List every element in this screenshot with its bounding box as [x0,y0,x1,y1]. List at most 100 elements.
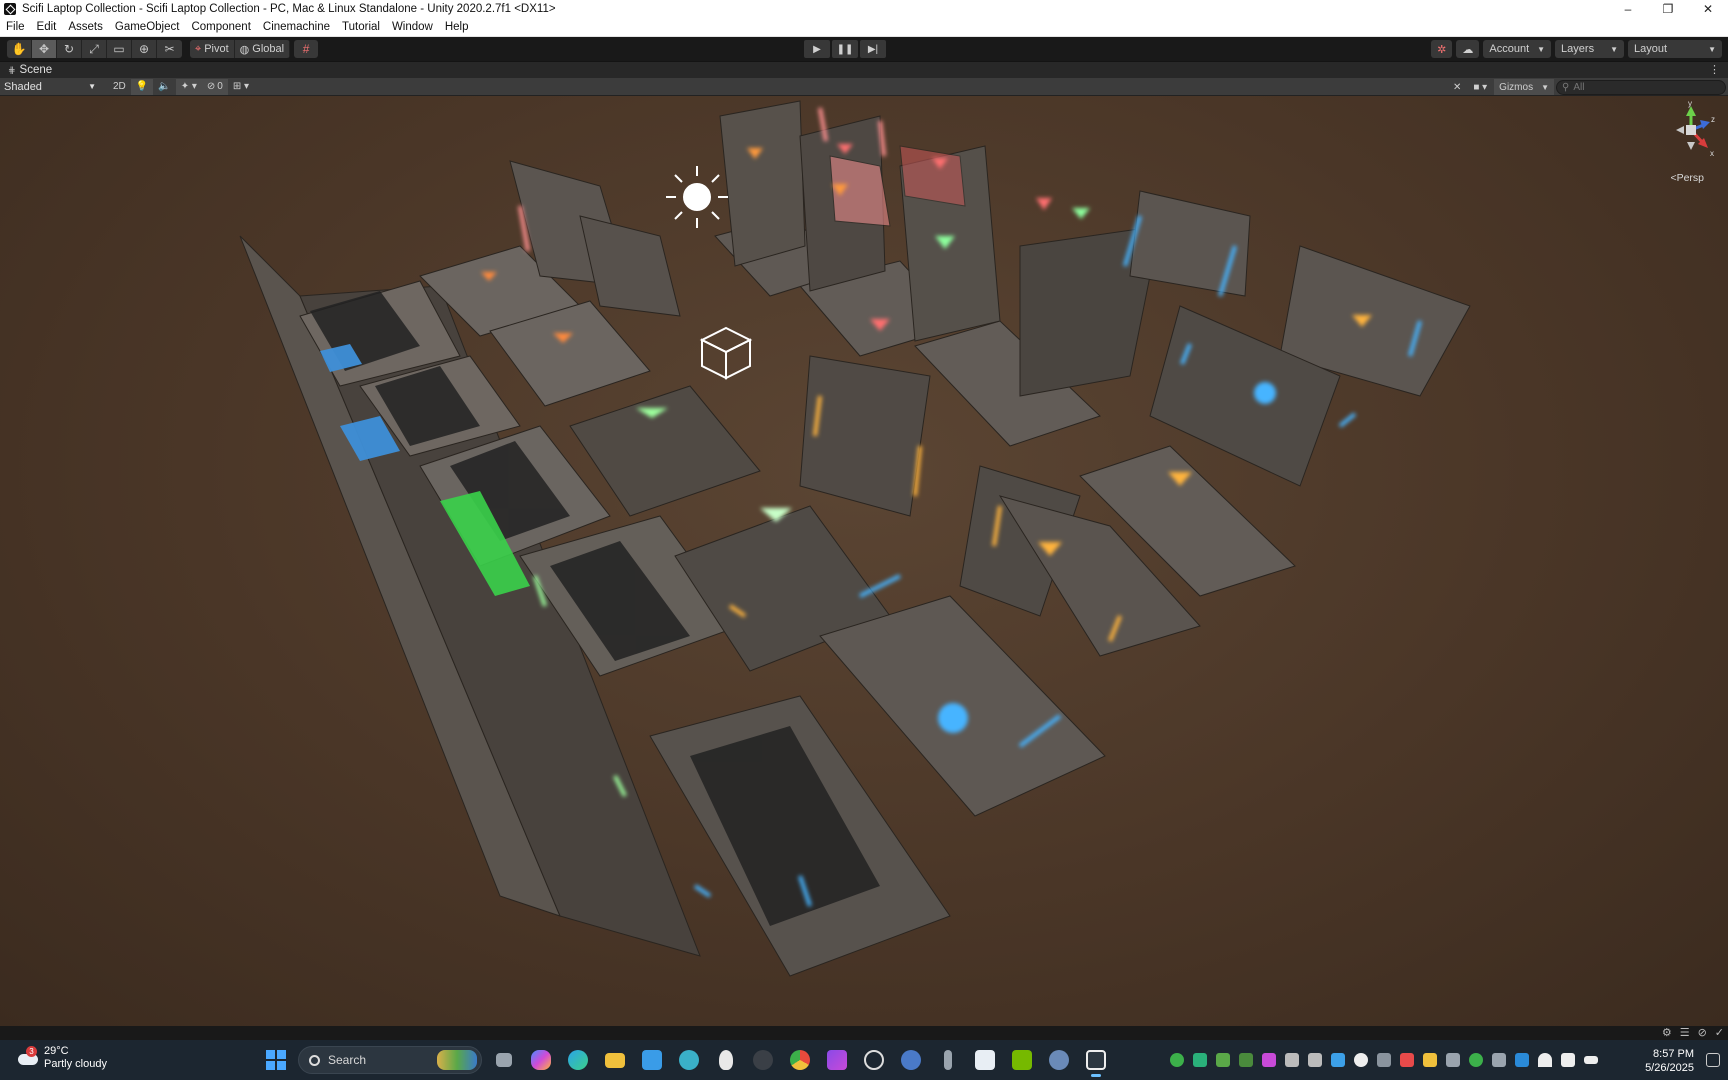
projection-toggle[interactable]: <Persp [1670,172,1704,184]
notification-icon[interactable] [1706,1053,1720,1067]
audio-toggle-icon[interactable]: 🔈 [153,79,175,95]
menu-window[interactable]: Window [386,21,439,33]
close-button[interactable]: ✕ [1688,0,1728,18]
notes-icon[interactable] [971,1046,999,1074]
progress-icon[interactable]: ⚙ [1662,1026,1672,1039]
defender-icon[interactable] [1515,1053,1529,1067]
vs-icon[interactable] [1285,1053,1299,1067]
gizmos-dropdown[interactable]: Gizmos ▼ [1494,79,1554,95]
scene-viewport[interactable]: y z x <Persp [0,96,1728,1026]
play-icon[interactable]: ▶ [804,40,830,58]
design-icon[interactable] [1239,1053,1253,1067]
xbox-icon[interactable] [1170,1053,1184,1067]
hand-tool-icon[interactable]: ✋ [7,40,32,58]
title-bar: Scifi Laptop Collection - Scifi Laptop C… [0,0,1728,18]
dark-app-icon[interactable] [749,1046,777,1074]
menu-file[interactable]: File [0,21,31,33]
tab-scene[interactable]: ⋕ Scene [0,64,52,76]
nvidia-icon[interactable] [1008,1046,1036,1074]
menu-assets[interactable]: Assets [62,21,109,33]
scene-render [239,100,1471,977]
chevron-down-icon: ▼ [1541,82,1549,92]
bluetooth-icon[interactable] [1400,1053,1414,1067]
location-icon[interactable] [1469,1053,1483,1067]
store-icon[interactable] [638,1046,666,1074]
camera-icon[interactable]: ■ ▾ [1468,79,1492,95]
language-icon[interactable] [1446,1053,1460,1067]
edge-icon[interactable] [564,1046,592,1074]
rotate-tool-icon[interactable]: ↻ [57,40,82,58]
menu-help[interactable]: Help [439,21,475,33]
debug-icon[interactable]: ⊘ [1698,1026,1707,1039]
layout-dropdown[interactable]: Layout ▼ [1628,40,1722,58]
check-icon[interactable]: ✓ [1715,1026,1724,1039]
cloud-sync-icon[interactable] [1377,1053,1391,1067]
status-icons: ⚙ ☰ ⊘ ✓ [1662,1026,1724,1039]
account-dropdown[interactable]: Account ▼ [1483,40,1552,58]
github-icon[interactable] [860,1046,888,1074]
grid-snap-icon[interactable]: # [294,40,319,58]
rect-tool-icon[interactable]: ▭ [107,40,132,58]
share-icon[interactable] [1262,1053,1276,1067]
network-globe-icon[interactable] [897,1046,925,1074]
toggle-2d-button[interactable]: 2D [108,79,131,95]
global-toggle[interactable]: ◍ Global [234,40,291,58]
menu-edit[interactable]: Edit [31,21,63,33]
media-app-icon[interactable] [823,1046,851,1074]
maximize-button[interactable]: ❐ [1648,0,1688,18]
scale-tool-icon[interactable]: ⤢ [82,40,107,58]
shield-icon[interactable] [1308,1053,1322,1067]
more-options-icon[interactable]: ⋮ [1709,63,1720,76]
menu-component[interactable]: Component [185,21,256,33]
cache-icon[interactable]: ☰ [1680,1026,1690,1039]
unity-app-icon[interactable] [1082,1046,1110,1077]
search-highlight-image [437,1050,477,1070]
hidden-objects-toggle[interactable]: ⊘ 0 [201,78,228,95]
copilot-icon[interactable] [527,1046,555,1074]
system-clock[interactable]: 8:57 PM 5/26/2025 [1645,1047,1694,1075]
lighting-toggle-icon[interactable]: 💡 [130,78,154,95]
scene-search-field[interactable]: ⚲ [1556,79,1726,95]
taskbar-search-label: Search [328,1053,367,1067]
weather-widget[interactable]: 3 29°C Partly cloudy [16,1045,107,1071]
cloud-icon[interactable]: ☁ [1456,40,1480,58]
axis-z-label: z [1711,115,1715,124]
browser-globe-icon[interactable] [675,1046,703,1074]
battery-icon[interactable] [1584,1056,1598,1064]
sync-icon[interactable] [1216,1053,1230,1067]
move-tool-icon[interactable]: ✥ [32,40,57,58]
taskbar-search[interactable]: Search [298,1046,482,1074]
grid-toggle-icon[interactable]: ⊞ ▾ [228,79,254,95]
alien-icon[interactable] [712,1046,740,1074]
menu-cinemachine[interactable]: Cinemachine [257,21,336,33]
layers-dropdown[interactable]: Layers ▼ [1555,40,1624,58]
chrome-icon[interactable] [786,1046,814,1074]
app-tray-icon[interactable] [1331,1053,1345,1067]
globe-icon: ◍ [239,43,250,56]
notepad-icon[interactable] [1423,1053,1437,1067]
step-icon[interactable]: ▶| [860,40,886,58]
scene-search-input[interactable] [1573,81,1714,93]
pause-icon[interactable]: ❚❚ [832,40,858,58]
wifi-icon[interactable] [1538,1053,1552,1067]
menu-gameobject[interactable]: GameObject [109,21,186,33]
pivot-toggle[interactable]: ⌖ Pivot [190,40,235,58]
file-explorer-icon[interactable] [601,1046,629,1074]
windows-start-icon[interactable] [266,1050,286,1070]
orientation-gizmo[interactable]: y z x [1666,100,1720,170]
volume-icon[interactable] [1561,1053,1575,1067]
custom-tool-icon[interactable]: ✂ [157,40,182,58]
shading-mode-dropdown[interactable]: Shaded ▼ [0,79,100,95]
kaspersky-icon[interactable] [1193,1053,1207,1067]
tools-icon[interactable]: ✕ [1448,79,1466,95]
task-view-icon[interactable] [490,1046,518,1074]
collab-icon[interactable]: ✲ [1431,40,1453,58]
display-icon[interactable] [1492,1053,1506,1067]
effects-toggle-icon[interactable]: ✦ ▾ [175,78,202,95]
world-icon[interactable] [1045,1046,1073,1074]
usb-icon[interactable] [934,1046,962,1074]
menu-tutorial[interactable]: Tutorial [336,21,386,33]
transform-tool-icon[interactable]: ⊕ [132,40,157,58]
grammarly-icon[interactable] [1354,1053,1368,1067]
minimize-button[interactable]: – [1608,0,1648,18]
